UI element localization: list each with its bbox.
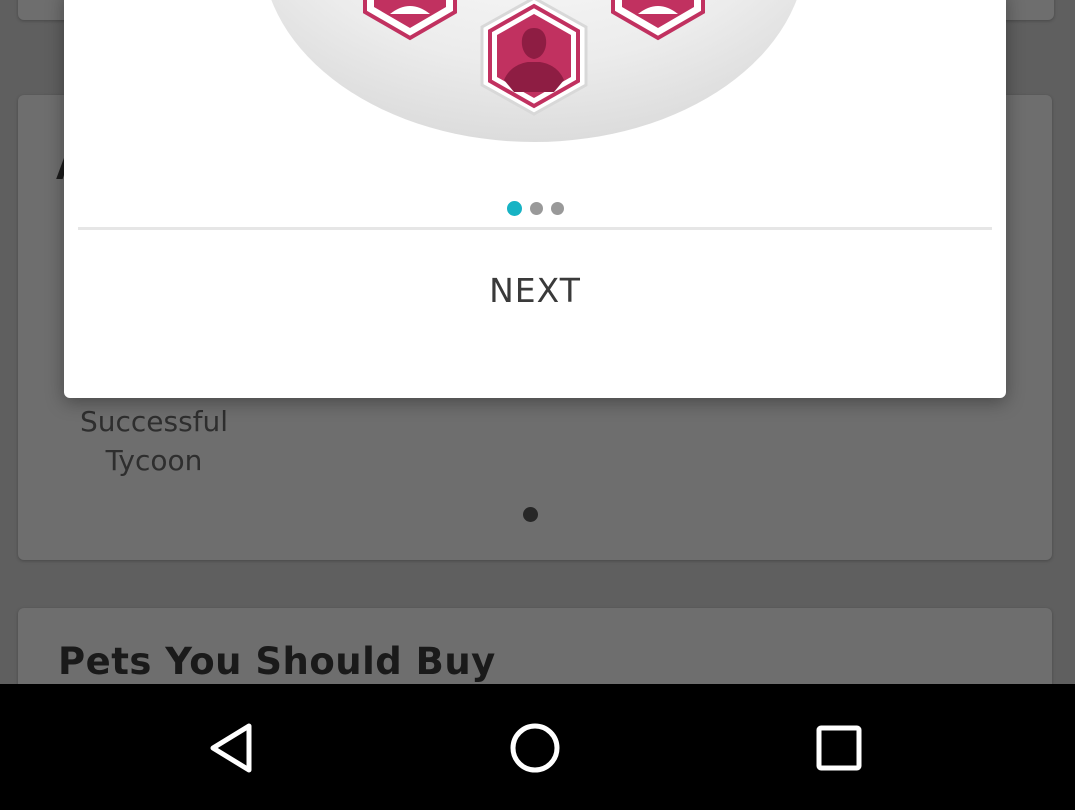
pets-section-title: Pets You Should Buy (58, 640, 496, 683)
profile-hexagons-icon (64, 0, 1006, 150)
carousel-indicator-dot (523, 507, 538, 522)
achievement-label-line1: Successful (79, 405, 229, 438)
onboarding-dialog: NEXT (64, 0, 1006, 398)
achievement-label[interactable]: Successful Tycoon (62, 402, 246, 480)
dialog-divider (78, 227, 992, 230)
home-circle-icon[interactable] (505, 718, 565, 778)
recent-square-icon[interactable] (809, 718, 869, 778)
page-dot[interactable] (529, 202, 543, 215)
page-dot-active[interactable] (506, 201, 522, 216)
system-navigation-bar (0, 684, 1075, 810)
achievement-label-line2: Tycoon (105, 444, 203, 477)
page-indicator (64, 198, 1006, 217)
page-dot[interactable] (550, 202, 564, 215)
back-triangle-icon[interactable] (203, 718, 263, 778)
next-button[interactable]: NEXT (64, 260, 1006, 320)
